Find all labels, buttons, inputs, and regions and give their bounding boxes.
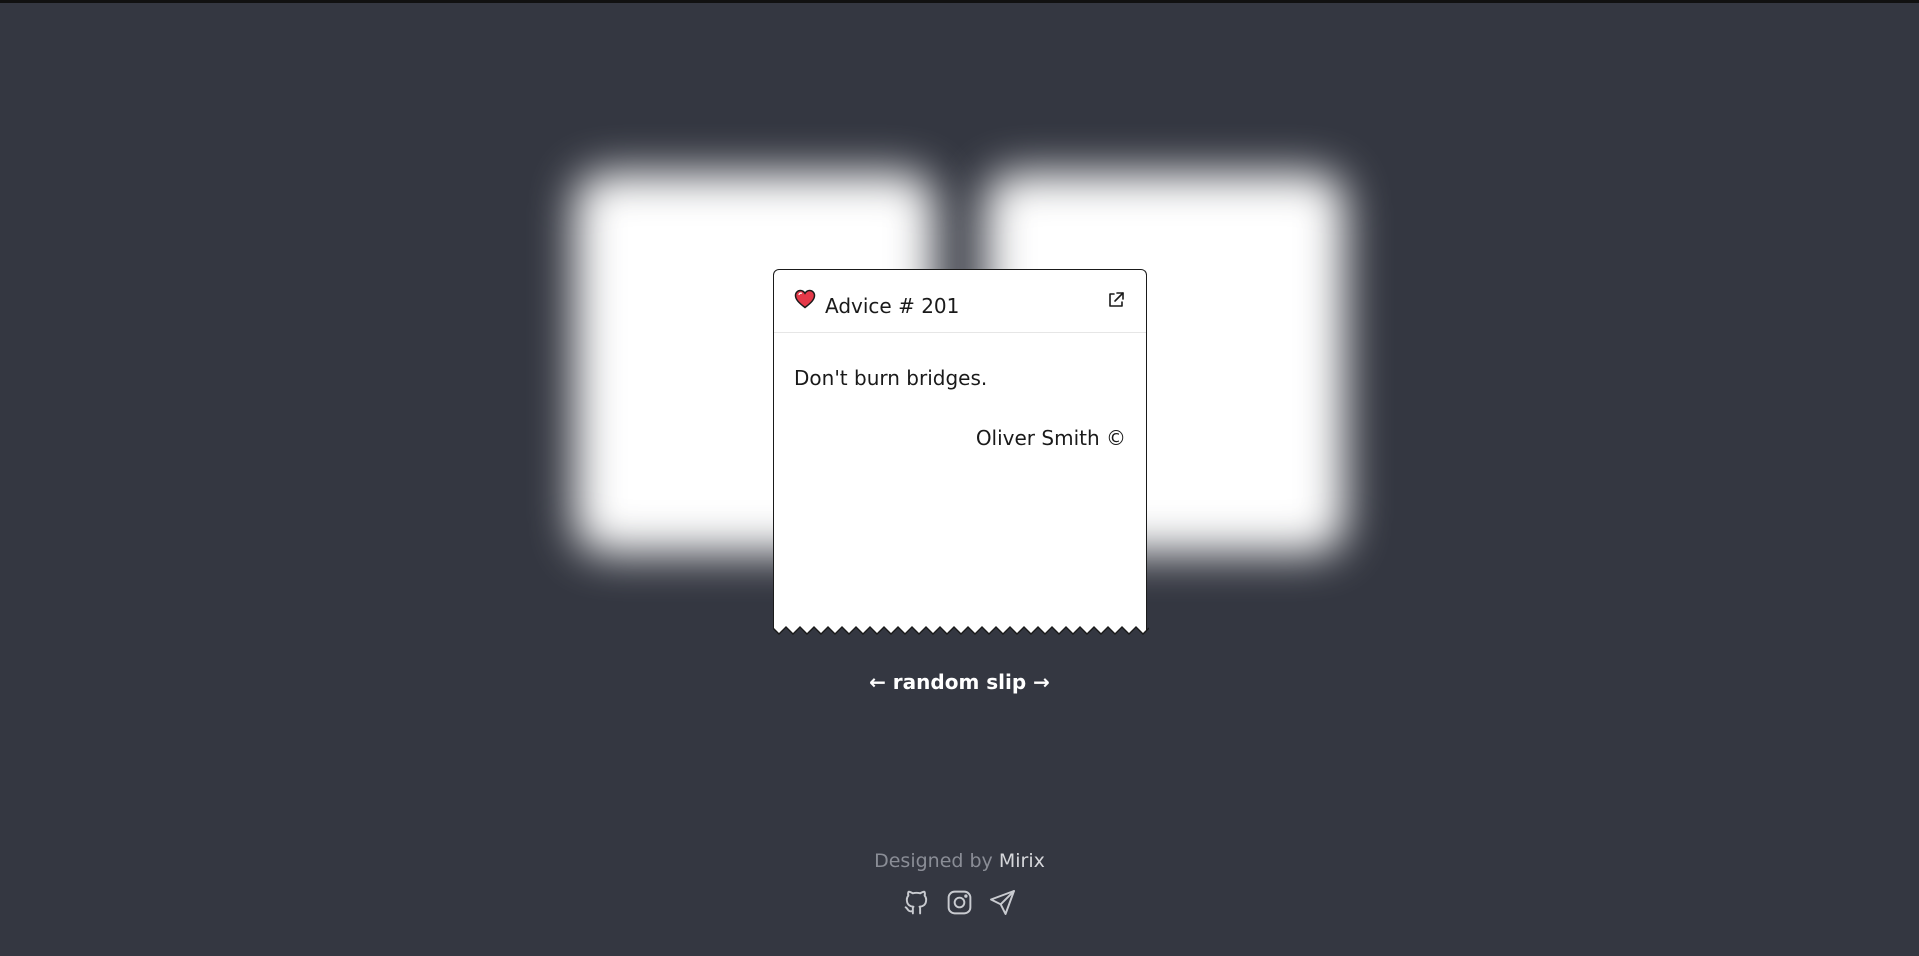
social-links	[0, 888, 1919, 917]
heart-icon[interactable]	[794, 289, 816, 309]
instagram-link[interactable]	[945, 888, 974, 917]
designed-by-label: Designed by	[874, 850, 993, 872]
github-link[interactable]	[902, 888, 931, 917]
telegram-link[interactable]	[988, 888, 1017, 917]
advice-text: Don't burn bridges.	[794, 366, 988, 390]
advice-card: Advice # 201 Don't burn bridges. Oliver …	[773, 269, 1149, 638]
telegram-icon	[990, 890, 1015, 915]
advice-author: Oliver Smith ©	[975, 426, 1126, 450]
footer-credit: Designed by Mirix	[0, 850, 1919, 872]
page: Advice # 201 Don't burn bridges. Oliver …	[0, 0, 1919, 956]
torn-edge	[773, 626, 1149, 638]
advice-card-header: Advice # 201	[774, 270, 1146, 333]
instagram-icon	[947, 890, 972, 915]
designer-name[interactable]: Mirix	[999, 850, 1045, 872]
random-slip-button[interactable]: ← random slip →	[0, 670, 1919, 694]
external-link-icon[interactable]	[1106, 290, 1126, 310]
github-icon	[904, 890, 928, 915]
advice-title: Advice # 201	[825, 294, 960, 318]
